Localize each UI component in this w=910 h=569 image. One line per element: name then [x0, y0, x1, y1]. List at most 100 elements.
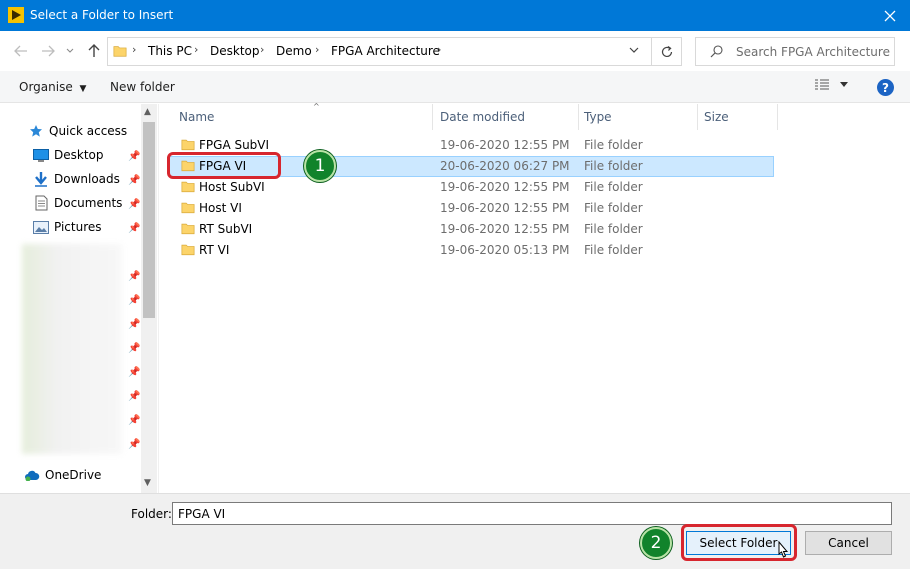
- sort-ascending-icon: ^: [313, 102, 320, 111]
- pin-icon[interactable]: 📌: [128, 439, 140, 450]
- file-date: 19-06-2020 12:55 PM: [440, 138, 570, 152]
- cloud-icon: [24, 467, 40, 483]
- window-title: Select a Folder to Insert: [30, 8, 174, 22]
- file-date: 20-06-2020 06:27 PM: [440, 159, 570, 173]
- scrollbar-thumb[interactable]: [143, 122, 155, 318]
- table-row[interactable]: Host SubVI 19-06-2020 12:55 PM File fold…: [169, 177, 774, 198]
- up-arrow-icon[interactable]: [84, 41, 104, 61]
- new-folder-button[interactable]: New folder: [110, 80, 175, 94]
- folder-icon: [181, 243, 195, 259]
- column-header-label: Size: [704, 110, 729, 124]
- file-date: 19-06-2020 12:55 PM: [440, 201, 570, 215]
- scroll-up-arrow-icon[interactable]: ▲: [144, 107, 151, 117]
- folder-icon: [181, 201, 195, 217]
- labview-app-icon: [8, 7, 24, 23]
- sidebar-item-label: OneDrive: [45, 468, 102, 482]
- file-name: RT SubVI: [199, 222, 253, 236]
- pin-icon[interactable]: 📌: [128, 391, 140, 402]
- table-row[interactable]: Host VI 19-06-2020 12:55 PM File folder: [169, 198, 774, 219]
- file-type: File folder: [584, 180, 643, 194]
- table-row[interactable]: RT SubVI 19-06-2020 12:55 PM File folder: [169, 219, 774, 240]
- column-header-date-modified[interactable]: Date modified: [434, 104, 579, 130]
- back-arrow-icon[interactable]: [11, 41, 31, 61]
- column-header-type[interactable]: Type: [578, 104, 698, 130]
- breadcrumb-fpga-architecture[interactable]: FPGA Architecture: [331, 44, 440, 58]
- pin-icon[interactable]: 📌: [128, 271, 140, 282]
- file-type: File folder: [584, 201, 643, 215]
- navigation-pane: Quick access Desktop 📌 Downloads 📌 Docum…: [0, 104, 157, 493]
- desktop-icon: [33, 147, 49, 163]
- folder-icon: [181, 222, 195, 238]
- column-header-size[interactable]: Size: [698, 104, 778, 130]
- folder-icon: [181, 138, 195, 154]
- download-icon: [33, 171, 49, 187]
- pin-icon[interactable]: 📌: [128, 319, 140, 330]
- dialog-footer: Folder: Select Folder Cancel: [0, 493, 910, 569]
- refresh-icon[interactable]: [651, 38, 682, 65]
- pin-icon[interactable]: 📌: [128, 175, 140, 186]
- folder-field-label: Folder:: [131, 507, 172, 521]
- recent-locations-chevron-icon[interactable]: [60, 41, 80, 61]
- chevron-down-icon: [840, 82, 848, 87]
- folder-icon: [113, 44, 127, 61]
- pin-icon[interactable]: 📌: [128, 223, 140, 234]
- scroll-down-arrow-icon[interactable]: ▼: [144, 478, 151, 488]
- navigation-bar: › This PC › Desktop › Demo › FPGA Archit…: [0, 31, 910, 71]
- address-dropdown-chevron-icon[interactable]: [628, 44, 640, 59]
- sidebar-item-label: Pictures: [54, 220, 102, 234]
- folder-icon: [181, 180, 195, 196]
- folder-name-input[interactable]: [172, 502, 892, 525]
- search-box[interactable]: [695, 37, 895, 66]
- pin-icon[interactable]: 📌: [128, 199, 140, 210]
- blurred-pinned-items: [22, 244, 122, 454]
- search-icon: [710, 45, 723, 61]
- pin-icon[interactable]: 📌: [128, 151, 140, 162]
- cancel-button[interactable]: Cancel: [805, 531, 892, 555]
- navigation-pane-scrollbar[interactable]: ▲ ▼: [141, 104, 157, 493]
- column-header-label: Type: [584, 110, 612, 124]
- organise-menu-button[interactable]: Organise ▼: [19, 80, 86, 94]
- pin-icon[interactable]: 📌: [128, 343, 140, 354]
- breadcrumb-desktop[interactable]: Desktop: [210, 44, 260, 58]
- breadcrumb-demo[interactable]: Demo: [276, 44, 312, 58]
- step-1-badge: 1: [304, 150, 336, 182]
- file-list-pane: Name ^ Date modified Type Size FPGA SubV…: [158, 102, 910, 493]
- file-name: RT VI: [199, 243, 230, 257]
- title-bar: Select a Folder to Insert: [0, 0, 910, 31]
- pin-icon[interactable]: 📌: [128, 415, 140, 426]
- breadcrumb-separator: ›: [315, 43, 320, 56]
- pin-icon[interactable]: 📌: [128, 295, 140, 306]
- file-type: File folder: [584, 222, 643, 236]
- search-input[interactable]: [736, 43, 891, 61]
- organise-label: Organise: [19, 80, 73, 94]
- document-icon: [33, 195, 49, 211]
- forward-arrow-icon[interactable]: [38, 41, 58, 61]
- address-bar[interactable]: › This PC › Desktop › Demo › FPGA Archit…: [107, 37, 682, 66]
- file-type: File folder: [584, 138, 643, 152]
- file-date: 19-06-2020 12:55 PM: [440, 180, 570, 194]
- breadcrumb-separator: ›: [437, 43, 442, 56]
- column-header-name[interactable]: Name ^: [173, 102, 433, 130]
- column-header-label: Name: [179, 110, 215, 124]
- star-icon: [28, 123, 44, 139]
- breadcrumb-this-pc[interactable]: This PC: [148, 44, 192, 58]
- sidebar-item-label: Downloads: [54, 172, 120, 186]
- chevron-down-icon: ▼: [79, 84, 87, 94]
- file-name: FPGA SubVI: [199, 138, 270, 152]
- table-row[interactable]: RT VI 19-06-2020 05:13 PM File folder: [169, 240, 774, 261]
- file-type: File folder: [584, 243, 643, 257]
- change-view-button[interactable]: [814, 79, 848, 91]
- table-row-selected[interactable]: FPGA VI 20-06-2020 06:27 PM File folder: [169, 156, 774, 177]
- file-type: File folder: [584, 159, 643, 173]
- mouse-cursor-icon: [775, 540, 789, 564]
- sidebar-item-label: Documents: [54, 196, 123, 210]
- table-row[interactable]: FPGA SubVI 19-06-2020 12:55 PM File fold…: [169, 135, 774, 156]
- pin-icon[interactable]: 📌: [128, 367, 140, 378]
- file-name: Host VI: [199, 201, 242, 215]
- column-header-label: Date modified: [440, 110, 526, 124]
- help-icon[interactable]: ?: [877, 79, 894, 96]
- close-icon[interactable]: [870, 0, 910, 31]
- breadcrumb-separator: ›: [260, 43, 265, 56]
- breadcrumb-separator: ›: [194, 43, 199, 56]
- sidebar-item-label: Desktop: [54, 148, 104, 162]
